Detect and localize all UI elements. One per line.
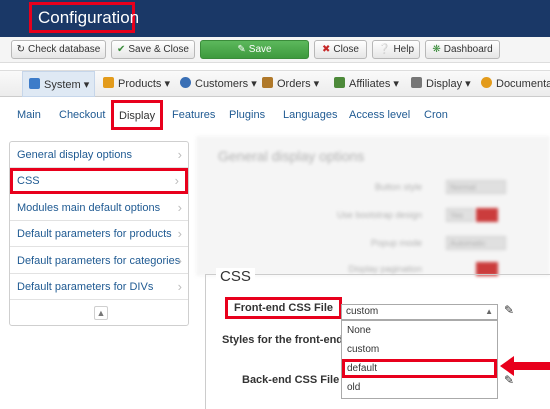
tab-cron[interactable]: Cron [424, 104, 448, 126]
chevron-right-icon: › [177, 226, 182, 241]
chevron-right-icon: › [177, 200, 182, 215]
tab-plugins[interactable]: Plugins [229, 104, 265, 126]
option-old[interactable]: old [342, 378, 497, 397]
tab-access-level[interactable]: Access level [349, 104, 410, 126]
caret-up-icon: ▲ [485, 307, 493, 316]
list-item-general-display[interactable]: General display options › [10, 142, 188, 168]
setting-row: Use bootstrap design Yes [196, 206, 550, 226]
config-tabs: Main Checkout Display Features Plugins L… [0, 100, 550, 130]
list-item-div-defaults[interactable]: Default parameters for DIVs › [10, 274, 188, 300]
chevron-right-icon: › [177, 279, 182, 294]
list-item-product-defaults[interactable]: Default parameters for products › [10, 221, 188, 247]
save-close-button[interactable]: ✔ Save & Close [111, 40, 195, 59]
option-none[interactable]: None [342, 321, 497, 340]
menu-customers[interactable]: Customers ▾ [180, 71, 257, 97]
check-database-button[interactable]: ↻ Check database [11, 40, 106, 59]
wrench-icon [29, 78, 40, 89]
edit-frontend-css-icon[interactable]: ✎ [504, 303, 514, 317]
option-custom[interactable]: custom [342, 340, 497, 359]
chevron-right-icon: › [177, 253, 182, 268]
menu-display[interactable]: Display ▾ [411, 71, 471, 97]
tab-checkout[interactable]: Checkout [59, 104, 105, 126]
menu-products[interactable]: Products ▾ [103, 71, 170, 97]
list-item-modules-defaults[interactable]: Modules main default options › [10, 195, 188, 221]
setting-row: Button style Normal [196, 178, 550, 198]
chevron-right-icon: › [174, 173, 179, 188]
css-legend: CSS [216, 268, 255, 285]
list-footer: ▲ [10, 302, 188, 326]
save-button[interactable]: ✎ Save [200, 40, 309, 59]
main-menu: System ▾ Products ▾ Customers ▾ Orders ▾… [0, 70, 550, 97]
menu-affiliates[interactable]: Affiliates ▾ [334, 71, 399, 97]
frontend-css-dropdown: None custom default old [341, 320, 498, 399]
help-icon: ❔ [377, 44, 391, 55]
panel-title: General display options [218, 148, 365, 164]
general-display-panel: General display options Button style Nor… [196, 136, 550, 276]
joomla-icon [481, 77, 492, 88]
frontend-styles-label: Styles for the front-end [222, 334, 344, 346]
display-icon [411, 77, 422, 88]
dashboard-button[interactable]: ❋ Dashboard [425, 40, 500, 59]
chevron-right-icon: › [177, 147, 182, 162]
orders-icon [262, 77, 273, 88]
frontend-css-label: Front-end CSS File [225, 297, 342, 319]
tab-main[interactable]: Main [17, 104, 41, 126]
close-icon: ✖ [322, 44, 331, 55]
setting-row: Popup mode Automatic [196, 234, 550, 254]
affiliates-icon [334, 77, 345, 88]
products-icon [103, 77, 114, 88]
tab-display[interactable]: Display [111, 100, 164, 130]
scroll-top-icon[interactable]: ▲ [94, 306, 108, 320]
edit-icon: ✎ [237, 44, 246, 55]
option-default[interactable]: default [342, 359, 497, 378]
admin-header: Configuration [0, 0, 550, 37]
toolbar: ↻ Check database ✔ Save & Close ✎ Save ✖ Clo… [0, 37, 550, 63]
close-button[interactable]: ✖ Close [314, 40, 367, 59]
frontend-css-select[interactable]: custom ▲ [341, 304, 498, 320]
help-button[interactable]: ❔ Help [372, 40, 420, 59]
check-icon: ✔ [117, 44, 126, 55]
menu-documentation[interactable]: Documentat [481, 71, 550, 97]
backend-css-label: Back-end CSS File [242, 374, 340, 386]
customers-icon [180, 77, 191, 88]
menu-system[interactable]: System ▾ [22, 71, 95, 97]
tab-features[interactable]: Features [172, 104, 215, 126]
list-item-category-defaults[interactable]: Default parameters for categories › [10, 248, 188, 274]
page-title: Configuration [29, 2, 139, 33]
tab-languages[interactable]: Languages [283, 104, 337, 126]
menu-orders[interactable]: Orders ▾ [262, 71, 319, 97]
pointer-arrow-icon [500, 356, 550, 376]
dashboard-icon: ❋ [432, 44, 441, 55]
list-item-css[interactable]: CSS › [10, 168, 188, 194]
display-sections-list: General display options › CSS › Modules ma… [9, 141, 189, 326]
refresh-icon: ↻ [16, 44, 26, 55]
